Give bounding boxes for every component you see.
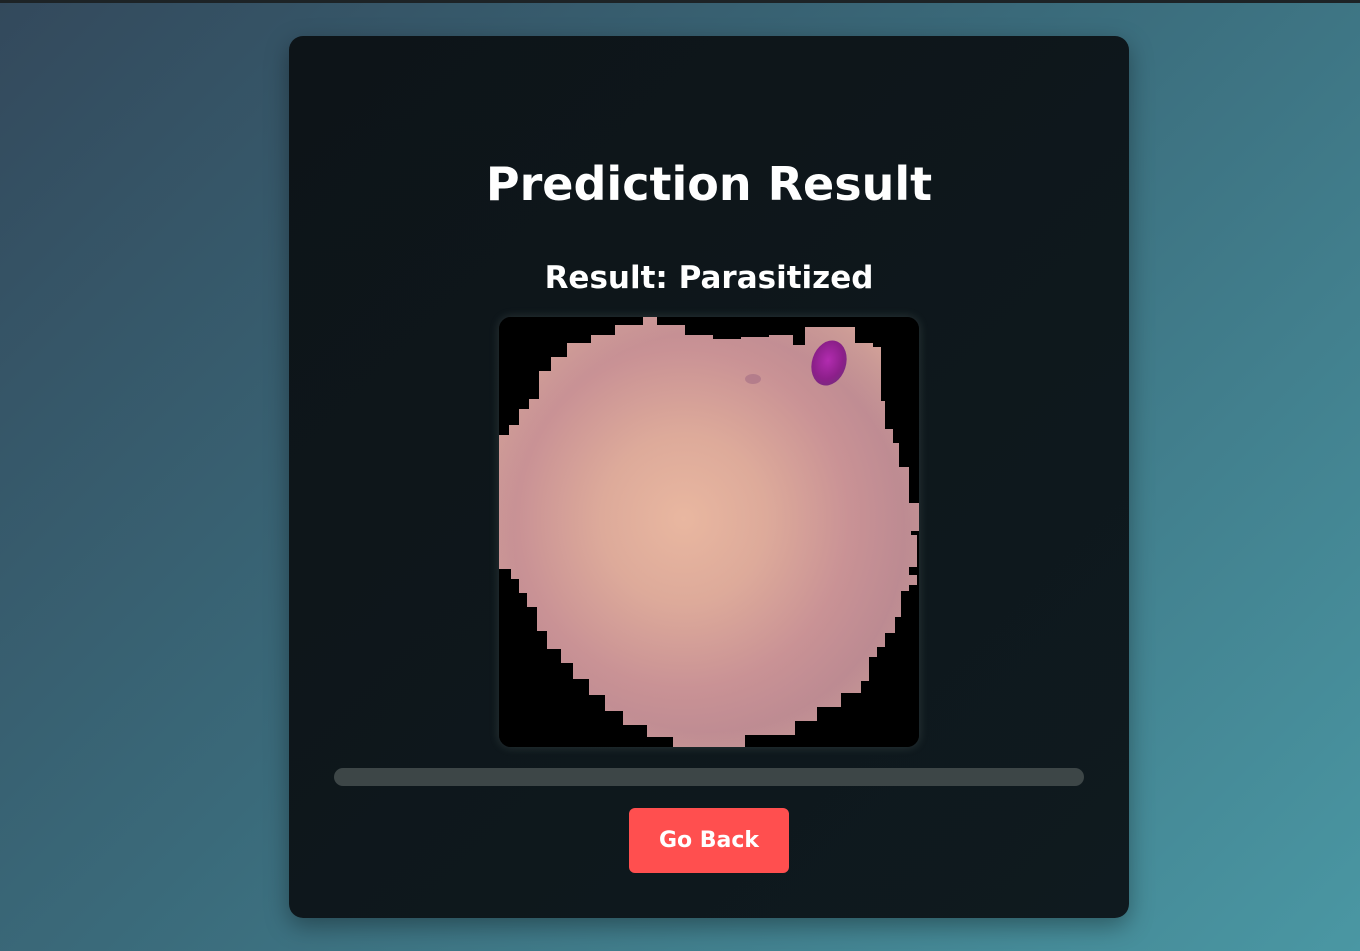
page-title: Prediction Result	[485, 157, 933, 211]
progress-bar	[334, 768, 1084, 786]
prediction-result-text: Result: Parasitized	[544, 260, 874, 296]
go-back-button[interactable]: Go Back	[629, 808, 789, 873]
blood-cell-image	[499, 317, 919, 747]
prediction-card: Prediction Result Result: Parasitized Go…	[289, 36, 1129, 918]
window-top-border	[0, 0, 1360, 3]
